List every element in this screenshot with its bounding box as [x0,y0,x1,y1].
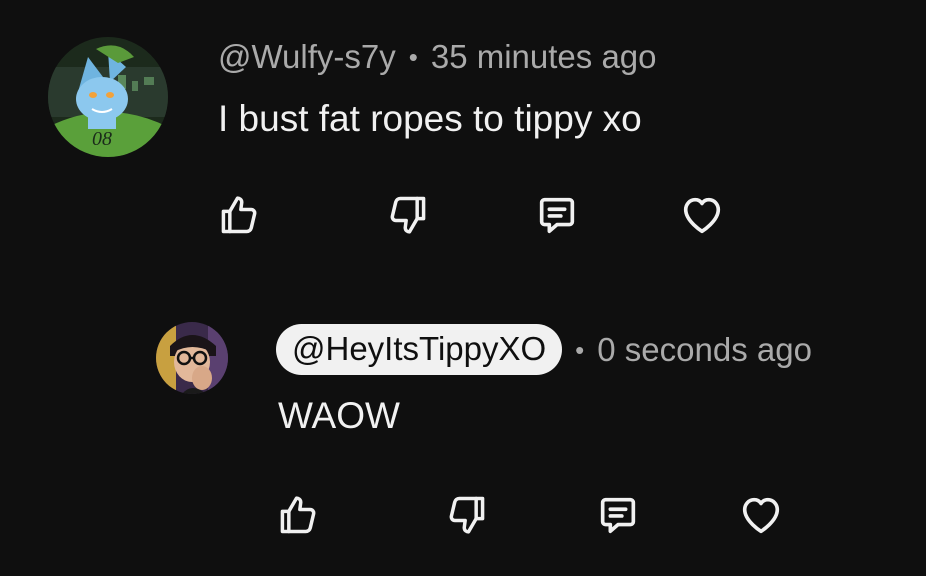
reply-icon [600,497,636,534]
reply-timestamp[interactable]: 0 seconds ago [597,333,812,366]
reply-dislike-button[interactable] [439,487,495,543]
reply-reply-button[interactable] [590,487,646,543]
heart-icon [742,497,780,534]
comment-text: I bust fat ropes to tippy xo [218,98,642,139]
thumbs-up-icon [280,496,316,534]
wolf-avatar-icon: 08 [48,37,168,157]
comment-timestamp[interactable]: 35 minutes ago [431,40,657,73]
like-button[interactable] [211,187,267,243]
avatar-badge: 08 [92,128,112,150]
separator: • [408,41,418,72]
thumbs-down-icon [449,496,485,534]
reply-text: WAOW [278,395,400,436]
reply-like-button[interactable] [270,487,326,543]
comment-header: @Wulfy-s7y • 35 minutes ago [218,40,657,73]
reply-avatar[interactable] [156,322,228,394]
thumbs-up-icon [221,196,257,234]
commenter-avatar[interactable]: 08 [48,37,168,157]
dislike-button[interactable] [380,187,436,243]
reply-icon [539,197,575,234]
separator: • [575,334,585,365]
reply-header: @HeyItsTippyXO • 0 seconds ago [276,324,812,375]
author-name[interactable]: @Wulfy-s7y [218,40,396,73]
heart-icon [683,197,721,234]
highlighted-author-chip[interactable]: @HeyItsTippyXO [276,324,563,375]
thumbs-down-icon [390,196,426,234]
comments-screen: 08 @Wulfy-s7y • 35 minutes ago I bust fa… [0,0,926,576]
user-photo-avatar-icon [156,322,228,394]
reply-button[interactable] [529,187,585,243]
reply-heart-button[interactable] [733,487,789,543]
heart-button[interactable] [674,187,730,243]
